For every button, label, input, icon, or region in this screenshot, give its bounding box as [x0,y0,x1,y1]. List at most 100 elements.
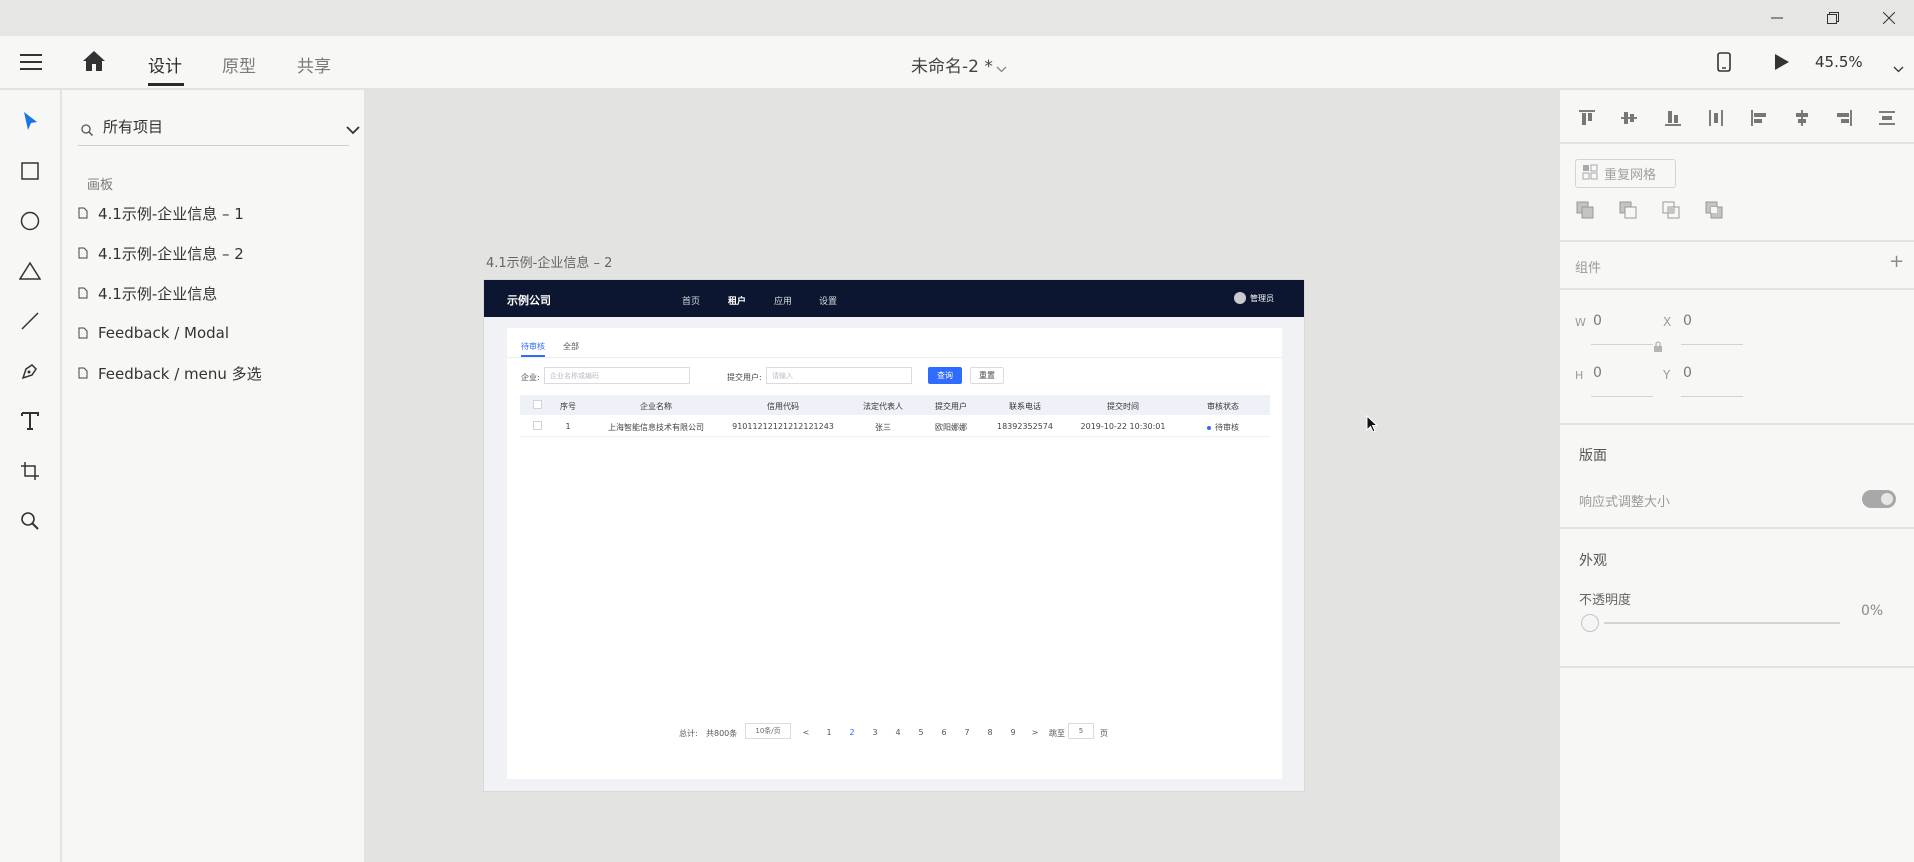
layer-item[interactable]: Feedback / Modal [78,320,358,346]
tool-bar [0,90,61,862]
mock-checkbox [533,421,542,430]
responsive-resize-toggle[interactable] [1862,490,1896,508]
mock-page: 5 [918,728,924,737]
boolean-add-icon[interactable] [1575,200,1595,224]
align-middle-icon[interactable] [1617,106,1641,130]
pen-tool-icon[interactable] [16,357,44,385]
plus-icon[interactable]: + [1889,251,1904,272]
mock-tab-all: 全部 [563,342,579,351]
tab-prototype[interactable]: 原型 [222,52,256,77]
mock-page: 1 [826,728,832,737]
mock-page: 7 [964,728,970,737]
mock-cell: 张三 [875,423,891,432]
distribute-vertical-icon[interactable] [1704,106,1728,130]
mock-page-size: 10条/页 [745,723,791,739]
chevron-down-icon[interactable] [1893,58,1904,77]
layout-heading: 版面 [1579,448,1607,464]
divider [1560,423,1914,425]
mock-reset-button: 重置 [970,367,1004,384]
divider [1560,240,1914,242]
mock-page-current: 2 [849,728,855,737]
text-tool-icon[interactable] [16,407,44,435]
align-center-icon[interactable] [1790,106,1814,130]
height-field[interactable]: 0 [1593,365,1602,381]
lock-aspect-icon[interactable] [1653,338,1663,357]
layer-item[interactable]: 4.1示例-企业信息 [78,280,358,306]
align-bottom-icon[interactable] [1661,106,1685,130]
align-right-icon[interactable] [1832,106,1856,130]
tab-share[interactable]: 共享 [297,52,331,77]
mock-column-header: 提交用户 [935,402,967,411]
artboard-icon [78,364,88,383]
boolean-subtract-icon[interactable] [1618,200,1638,224]
window-titlebar [0,0,1914,36]
mock-cell: 18392352574 [997,422,1053,431]
opacity-label: 不透明度 [1579,593,1632,608]
artboard[interactable]: 示例公司 首页 租户 应用 设置 管理员 待审核 全部 企业: 企业名称或编码 … [483,279,1305,792]
artboard-icon [78,204,88,223]
repeat-grid-button[interactable]: 重复网格 [1575,159,1676,188]
mock-header: 示例公司 首页 租户 应用 设置 管理员 [484,280,1304,317]
width-field[interactable]: 0 [1593,313,1602,329]
layer-item[interactable]: Feedback / menu 多选 [78,360,358,386]
device-preview-icon[interactable] [1717,52,1731,76]
divider [1560,666,1914,668]
layer-item-label: 4.1示例-企业信息 [98,284,218,303]
artboard-title[interactable]: 4.1示例-企业信息 – 2 [486,252,612,271]
home-icon[interactable] [82,50,106,76]
mock-page: 9 [1010,728,1016,737]
layer-item[interactable]: 4.1示例-企业信息 – 2 [78,240,358,266]
mock-checkbox [533,400,542,409]
mock-avatar [1234,292,1246,304]
close-icon[interactable] [1866,0,1912,36]
mock-total-value: 共800条 [706,729,738,738]
mock-page: 8 [987,728,993,737]
restore-icon[interactable] [1810,0,1856,36]
field-underline [1591,344,1653,345]
mock-cell: 2019-10-22 10:30:01 [1080,422,1166,431]
triangle-tool-icon[interactable] [16,257,44,285]
select-tool-icon[interactable] [16,107,44,135]
opacity-slider-track[interactable] [1604,622,1840,624]
align-top-icon[interactable] [1575,106,1599,130]
y-field[interactable]: 0 [1683,365,1692,381]
mock-column-header: 信用代码 [767,402,799,411]
boolean-exclude-icon[interactable] [1704,200,1724,224]
opacity-value[interactable]: 0% [1861,603,1883,619]
status-dot-icon [1207,425,1211,430]
align-left-icon[interactable] [1747,106,1771,130]
menu-icon[interactable] [20,52,44,72]
divider [1560,142,1914,144]
distribute-horizontal-icon[interactable] [1875,106,1899,130]
y-label: Y [1663,368,1671,382]
layers-panel: 所有项目 画板 4.1示例-企业信息 – 1 4.1示例-企业信息 – 2 4.… [62,90,365,862]
play-icon[interactable] [1774,53,1790,75]
boolean-intersect-icon[interactable] [1661,200,1681,224]
layers-search[interactable]: 所有项目 [78,112,360,146]
field-underline [1681,344,1743,345]
zoom-level[interactable]: 45.5% [1815,53,1863,71]
mock-filter-label: 提交用户: [727,373,762,382]
tab-design[interactable]: 设计 [148,52,182,77]
divider [1560,288,1914,290]
x-field[interactable]: 0 [1683,313,1692,329]
chevron-down-icon[interactable] [996,58,1007,77]
minimize-icon[interactable] [1754,0,1800,36]
rectangle-tool-icon[interactable] [16,157,44,185]
mock-page: 3 [872,728,878,737]
mock-page-unit: 页 [1100,729,1108,738]
ellipse-tool-icon[interactable] [16,207,44,235]
repeat-grid-icon [1582,164,1598,184]
opacity-slider-handle[interactable] [1581,614,1599,632]
mock-prev: < [802,728,810,737]
mock-page: 4 [895,728,901,737]
zoom-tool-icon[interactable] [16,507,44,535]
mock-jump-label: 跳至 [1049,729,1065,738]
chevron-down-icon[interactable] [346,120,360,139]
artboard-icon [78,244,88,263]
document-title[interactable]: 未命名-2 * [911,52,993,77]
line-tool-icon[interactable] [16,307,44,335]
layer-item[interactable]: 4.1示例-企业信息 – 1 [78,200,358,226]
artboard-tool-icon[interactable] [16,457,44,485]
layer-item-label: Feedback / Modal [98,324,230,342]
